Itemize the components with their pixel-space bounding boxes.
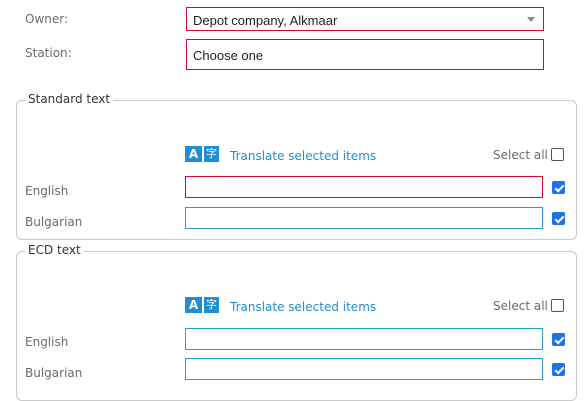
- ecd-text-title: ECD text: [25, 243, 84, 257]
- translate-icon[interactable]: A 字: [185, 297, 219, 313]
- ecd-text-english-input[interactable]: [185, 328, 543, 350]
- select-all-label: Select all: [493, 148, 548, 162]
- owner-select-value: Depot company, Alkmaar: [193, 13, 338, 28]
- translate-selected-link[interactable]: Translate selected items: [230, 300, 376, 314]
- standard-text-english-input[interactable]: [185, 176, 543, 198]
- owner-label: Owner:: [25, 12, 69, 26]
- station-select[interactable]: Choose one: [186, 39, 544, 70]
- ecd-bulgarian-checkbox[interactable]: [552, 363, 565, 376]
- standard-bulgarian-checkbox[interactable]: [552, 212, 565, 225]
- language-label-english: English: [25, 184, 69, 198]
- language-label-bulgarian: Bulgarian: [25, 215, 83, 229]
- select-all-label: Select all: [493, 299, 548, 313]
- ecd-english-checkbox[interactable]: [552, 333, 565, 346]
- standard-text-bulgarian-input[interactable]: [185, 207, 543, 229]
- select-all-checkbox[interactable]: [551, 299, 564, 312]
- language-label-bulgarian: Bulgarian: [25, 366, 83, 380]
- ecd-text-bulgarian-input[interactable]: [185, 358, 543, 380]
- translate-icon[interactable]: A 字: [185, 146, 219, 162]
- language-label-english: English: [25, 335, 69, 349]
- chevron-down-icon: [527, 17, 535, 22]
- translate-selected-link[interactable]: Translate selected items: [230, 149, 376, 163]
- station-label: Station:: [25, 46, 72, 60]
- standard-english-checkbox[interactable]: [552, 181, 565, 194]
- station-select-value: Choose one: [193, 48, 264, 63]
- owner-select[interactable]: Depot company, Alkmaar: [186, 7, 544, 31]
- standard-text-title: Standard text: [25, 92, 114, 106]
- select-all-checkbox[interactable]: [551, 148, 564, 161]
